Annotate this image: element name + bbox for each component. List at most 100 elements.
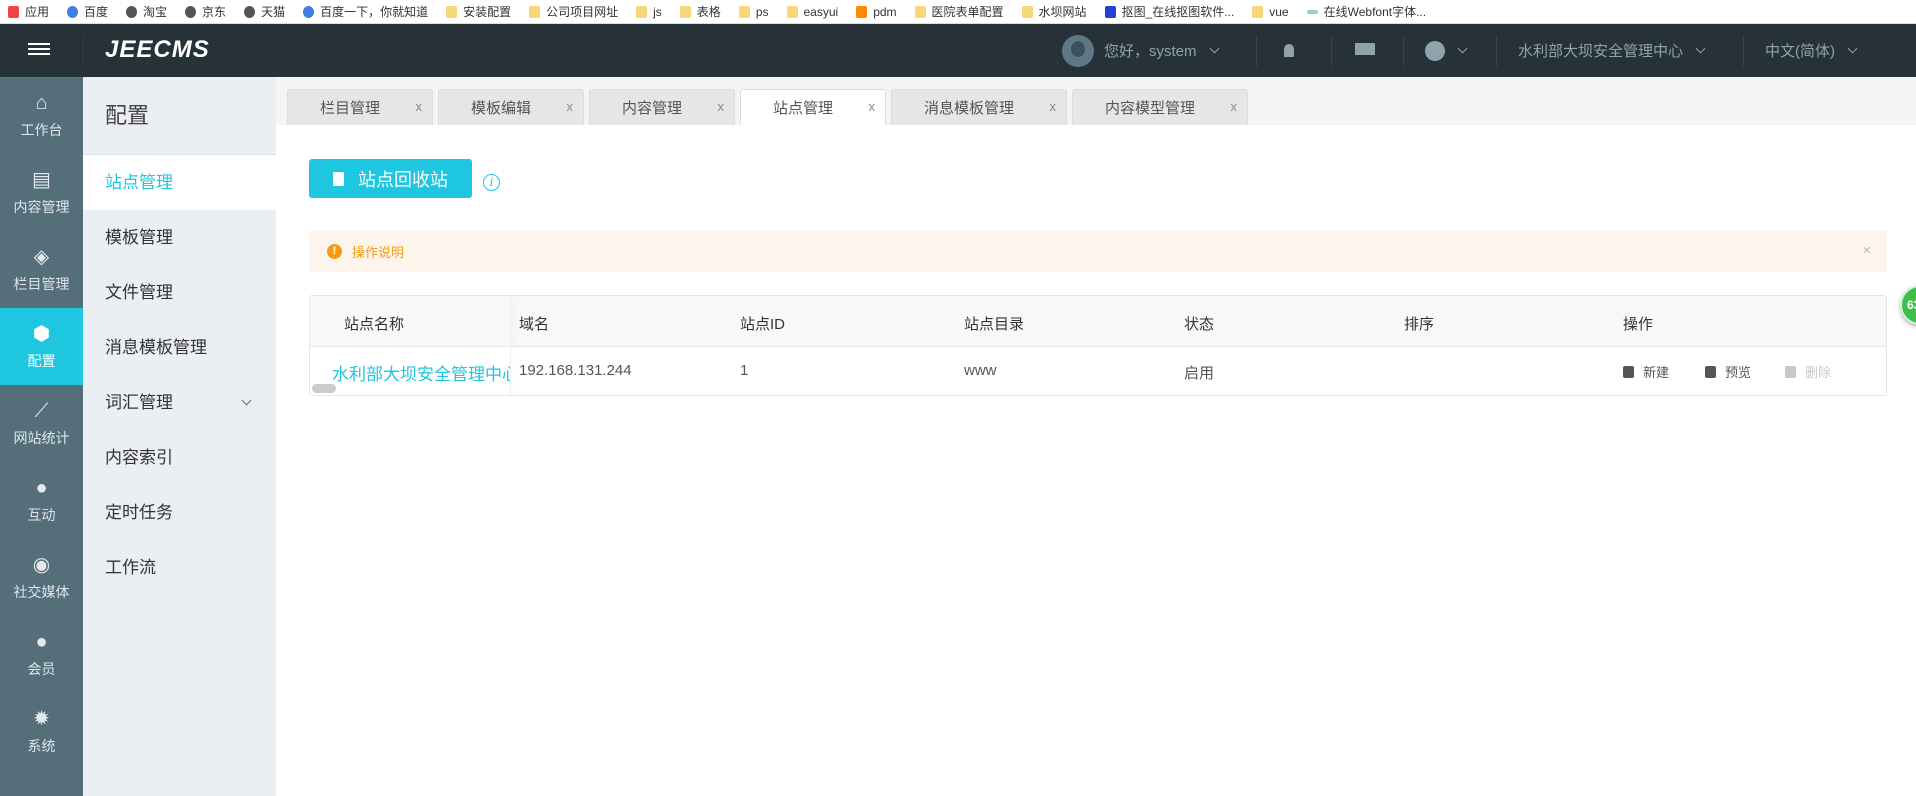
tab-template-edit[interactable]: 模板编辑 x	[438, 89, 584, 125]
bookmark[interactable]: 京东	[185, 3, 226, 20]
folder-icon	[914, 5, 926, 18]
submenu-item-file[interactable]: 文件管理	[83, 265, 276, 320]
main-sidebar: ⌂ 工作台 ▤ 内容管理 ◈ 栏目管理 ⬢ 配置 ⟋ 网站统计 ● 互动 ◉ 社交媒体 ● 会员…	[0, 77, 83, 796]
bookmark[interactable]: 天猫	[244, 3, 285, 20]
chevron-down-icon	[1209, 43, 1219, 54]
globe-icon	[185, 5, 197, 18]
target-icon: ◉	[32, 553, 51, 576]
site-name-link[interactable]: 水利部大坝安全管理中心	[332, 360, 510, 385]
avatar	[1062, 34, 1094, 67]
sidebar-item-system[interactable]: ✹ 系统	[0, 693, 83, 770]
submenu-item-template[interactable]: 模板管理	[83, 210, 276, 265]
bookmarks-bar: 应用 百度 淘宝 京东 天猫 百度一下，你就知道 安装配置 公司项目网址 js …	[0, 0, 1916, 24]
bookmark[interactable]: 抠图_在线抠图软件...	[1104, 3, 1234, 20]
user-menu[interactable]: 您好，system	[1062, 24, 1219, 77]
bell-icon[interactable]	[1284, 24, 1294, 77]
top-header: JEECMS 您好，system 水利部大坝安全管理中心 中文(简体)	[0, 24, 1916, 77]
site-recycle-button[interactable]: 站点回收站	[309, 159, 472, 198]
sidebar-item-dashboard[interactable]: ⌂ 工作台	[0, 77, 83, 154]
chart-icon: ⟋	[34, 399, 49, 422]
member-icon: ●	[35, 630, 48, 653]
trash-icon	[333, 171, 344, 186]
monitor-icon[interactable]	[1355, 24, 1375, 77]
chevron-down-icon	[241, 395, 252, 406]
bookmark[interactable]: 公司项目网址	[529, 3, 618, 20]
sidebar-item-config[interactable]: ⬢ 配置	[0, 308, 83, 385]
close-icon[interactable]: ×	[1862, 242, 1871, 259]
bookmark[interactable]: 水坝网站	[1021, 3, 1087, 20]
submenu-title: 配置	[83, 77, 276, 155]
submenu-item-site[interactable]: 站点管理	[83, 155, 276, 210]
site-table: 站点名称 域名 站点ID 站点目录 状态 排序 操作 水利部大坝安全管理中心 1…	[309, 295, 1887, 396]
gear-icon: ✹	[33, 707, 50, 730]
folder-icon	[446, 5, 458, 18]
tab-bar: 栏目管理 x 模板编辑 x 内容管理 x 站点管理 x 消息模板管理 x 内容模型管理 x	[276, 77, 1916, 125]
folder-icon	[529, 5, 541, 18]
tab-message-template[interactable]: 消息模板管理 x	[891, 89, 1067, 125]
instructions-alert[interactable]: ! 操作说明 ×	[309, 231, 1887, 272]
sidebar-item-member[interactable]: ● 会员	[0, 616, 83, 693]
bookmark[interactable]: 医院表单配置	[914, 3, 1004, 20]
bookmark[interactable]: js	[636, 5, 662, 19]
bookmark[interactable]: ps	[738, 5, 769, 19]
folder-icon	[679, 5, 691, 18]
folder-icon	[1252, 5, 1264, 18]
close-icon[interactable]: x	[1231, 99, 1238, 114]
bookmark[interactable]: 百度一下，你就知道	[303, 3, 428, 20]
cube-icon: ⬢	[32, 322, 51, 345]
close-icon[interactable]: x	[567, 99, 574, 114]
sub-sidebar: 配置 站点管理 模板管理 文件管理 消息模板管理 词汇管理 内容索引 定时任务 …	[83, 77, 276, 796]
add-icon	[1623, 365, 1634, 378]
fixed-column-divider	[510, 296, 511, 395]
site-selector[interactable]: 水利部大坝安全管理中心	[1518, 24, 1706, 77]
table-header: 站点名称 域名 站点ID 站点目录 状态 排序 操作	[310, 296, 1886, 347]
sidebar-item-content[interactable]: ▤ 内容管理	[0, 154, 83, 231]
submenu-item-message-template[interactable]: 消息模板管理	[83, 320, 276, 375]
close-icon[interactable]: x	[869, 99, 876, 114]
sidebar-item-stats[interactable]: ⟋ 网站统计	[0, 385, 83, 462]
close-icon[interactable]: x	[416, 99, 423, 114]
floating-badge[interactable]: 63	[1900, 285, 1916, 325]
warning-icon: !	[327, 244, 342, 259]
tab-site[interactable]: 站点管理 x	[740, 89, 886, 125]
bookmark[interactable]: 淘宝	[126, 3, 167, 20]
chevron-down-icon	[1695, 43, 1706, 54]
submenu-item-vocabulary[interactable]: 词汇管理	[83, 375, 276, 430]
chevron-down-icon	[1457, 43, 1468, 54]
preview-icon	[1705, 365, 1716, 378]
horizontal-scrollbar[interactable]	[312, 384, 336, 393]
menu-toggle-icon[interactable]	[28, 40, 50, 58]
delete-button[interactable]: 删除	[1785, 362, 1831, 381]
tab-channel[interactable]: 栏目管理 x	[287, 89, 433, 125]
pdm-icon	[856, 5, 868, 18]
bookmark[interactable]: 百度	[67, 3, 108, 20]
close-icon[interactable]: x	[718, 99, 725, 114]
document-icon: ▤	[32, 168, 51, 191]
bookmark[interactable]: 安装配置	[446, 3, 511, 20]
theme-palette-icon[interactable]	[1425, 24, 1468, 77]
baidu-icon	[67, 5, 79, 18]
sidebar-item-interact[interactable]: ● 互动	[0, 462, 83, 539]
submenu-item-index[interactable]: 内容索引	[83, 430, 276, 485]
preview-button[interactable]: 预览	[1705, 362, 1751, 381]
sidebar-item-social[interactable]: ◉ 社交媒体	[0, 539, 83, 616]
submenu-item-schedule[interactable]: 定时任务	[83, 485, 276, 540]
bookmark-apps[interactable]: 应用	[8, 3, 49, 20]
globe-icon	[244, 5, 256, 18]
trash-icon	[1785, 365, 1796, 378]
info-icon[interactable]: i	[483, 174, 500, 191]
close-icon[interactable]: x	[1050, 99, 1057, 114]
bookmark[interactable]: 表格	[679, 3, 721, 20]
tab-content[interactable]: 内容管理 x	[589, 89, 735, 125]
bookmark[interactable]: easyui	[786, 5, 838, 19]
language-selector[interactable]: 中文(简体)	[1765, 24, 1858, 77]
bookmark[interactable]: pdm	[856, 5, 897, 19]
submenu-item-workflow[interactable]: 工作流	[83, 540, 276, 595]
bookmark[interactable]: 在线Webfont字体...	[1306, 3, 1426, 20]
tab-content-model[interactable]: 内容模型管理 x	[1072, 89, 1248, 125]
sidebar-item-channel[interactable]: ◈ 栏目管理	[0, 231, 83, 308]
bookmark[interactable]: vue	[1252, 5, 1289, 19]
chat-icon: ●	[35, 476, 48, 499]
new-button[interactable]: 新建	[1623, 362, 1669, 381]
folder-icon	[786, 5, 798, 18]
